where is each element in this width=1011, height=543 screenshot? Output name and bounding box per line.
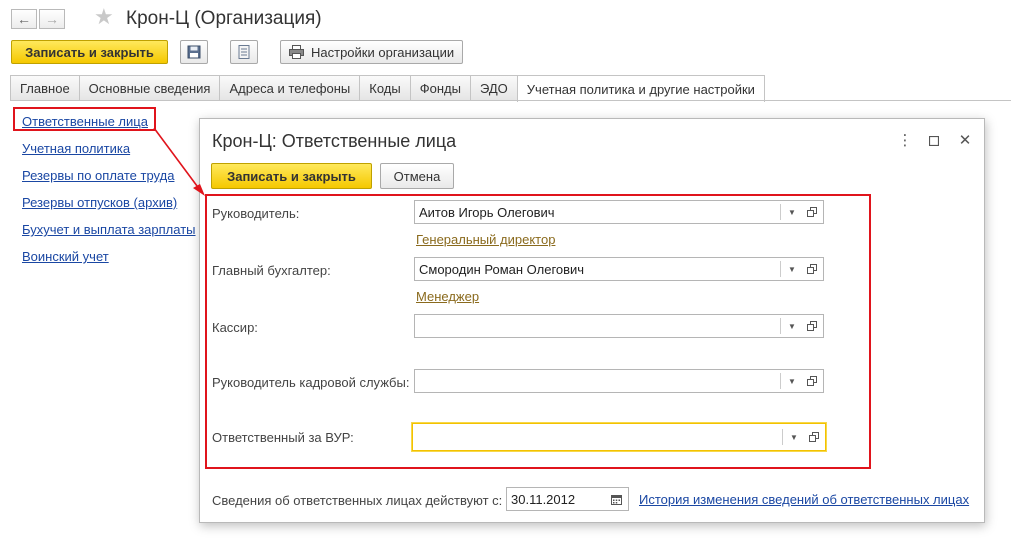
red-arrow-connector (153, 127, 205, 196)
